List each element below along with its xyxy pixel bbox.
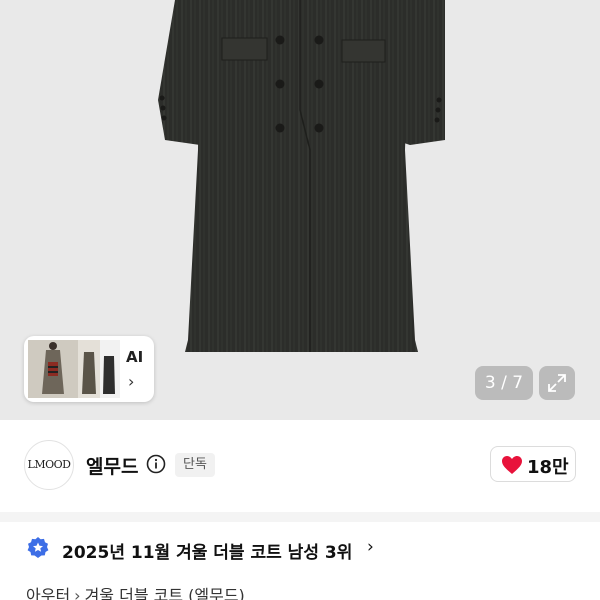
heart-icon xyxy=(502,456,522,474)
ai-styling-button[interactable]: AI › xyxy=(24,336,154,402)
chevron-right-icon: › xyxy=(367,537,374,557)
info-icon[interactable] xyxy=(146,454,166,474)
breadcrumb-separator: › xyxy=(74,586,81,600)
breadcrumb: 아우터 › 겨울 더블 코트 (엘무드) xyxy=(26,582,245,600)
like-count: 18만 xyxy=(527,457,569,478)
breadcrumb-item-product[interactable]: 겨울 더블 코트 (엘무드) xyxy=(85,586,245,600)
expand-icon xyxy=(548,374,566,392)
brand-logo[interactable]: LMOOD xyxy=(24,440,74,490)
brand-name-link[interactable]: 엘무드 xyxy=(86,452,138,479)
ai-label: AI xyxy=(126,348,144,366)
image-pager: 3 / 7 xyxy=(475,366,533,400)
ai-styling-thumbnails xyxy=(28,340,120,398)
section-divider xyxy=(0,512,600,522)
exclusive-badge: 단독 xyxy=(175,453,215,477)
like-button[interactable]: 18만 xyxy=(490,446,576,482)
chevron-right-icon: › xyxy=(128,372,135,391)
ranking-link[interactable]: 2025년 11월 겨울 더블 코트 남성 3위 › xyxy=(0,522,600,576)
ranking-text: 2025년 11월 겨울 더블 코트 남성 3위 xyxy=(62,543,353,563)
product-image-gallery[interactable]: AI › 3 / 7 xyxy=(0,0,600,420)
ranking-badge-icon xyxy=(27,537,49,558)
brand-section: LMOOD 엘무드 단독 18만 xyxy=(0,420,600,512)
breadcrumb-item-category[interactable]: 아우터 xyxy=(26,586,70,600)
expand-button[interactable] xyxy=(539,366,575,400)
